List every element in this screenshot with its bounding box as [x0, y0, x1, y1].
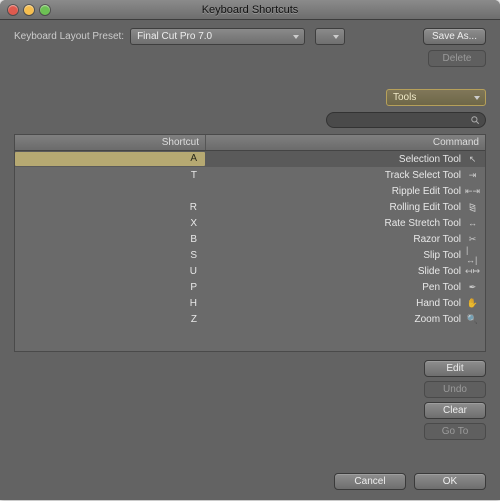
slide-icon: ↤↦: [466, 266, 479, 277]
shortcut-cell[interactable]: A: [15, 152, 205, 166]
header-command[interactable]: Command: [205, 135, 485, 150]
category-dropdown[interactable]: Tools: [386, 89, 486, 106]
table-row[interactable]: S Slip Tool |↔|: [15, 247, 485, 263]
zoom-icon: 🔍: [466, 314, 479, 325]
shortcut-cell[interactable]: U: [15, 266, 205, 277]
category-value: Tools: [393, 92, 416, 103]
shortcut-cell[interactable]: T: [15, 170, 205, 181]
shortcut-cell[interactable]: B: [15, 234, 205, 245]
rolling-icon: ⧎: [466, 202, 479, 213]
table-row[interactable]: H Hand Tool ✋: [15, 295, 485, 311]
command-cell: Ripple Edit Tool ⇤⇥: [205, 186, 485, 197]
command-label: Rate Stretch Tool: [384, 218, 461, 229]
clear-button[interactable]: Clear: [424, 402, 486, 419]
rate-icon: ↔: [466, 218, 479, 229]
save-as-button[interactable]: Save As...: [423, 28, 486, 45]
pen-icon: ✒: [466, 282, 479, 293]
window-title: Keyboard Shortcuts: [0, 4, 500, 16]
slip-icon: |↔|: [466, 250, 479, 261]
shortcut-cell[interactable]: Z: [15, 314, 205, 325]
hand-icon: ✋: [466, 298, 479, 309]
command-label: Track Select Tool: [385, 170, 461, 181]
table-row[interactable]: U Slide Tool ↤↦: [15, 263, 485, 279]
shortcut-cell[interactable]: R: [15, 202, 205, 213]
command-cell: Razor Tool ✂: [205, 234, 485, 245]
content-area: Keyboard Layout Preset: Final Cut Pro 7.…: [0, 20, 500, 500]
edit-button[interactable]: Edit: [424, 360, 486, 377]
command-cell: Zoom Tool 🔍: [205, 314, 485, 325]
table-row[interactable]: Ripple Edit Tool ⇤⇥: [15, 183, 485, 199]
command-cell: Track Select Tool ⇥: [205, 170, 485, 181]
command-cell: Rolling Edit Tool ⧎: [205, 202, 485, 213]
track-select-icon: ⇥: [466, 170, 479, 181]
search-icon: [470, 115, 480, 125]
table-row[interactable]: P Pen Tool ✒: [15, 279, 485, 295]
command-cell: Selection Tool ↖: [207, 154, 485, 165]
table-row[interactable]: A Selection Tool ↖: [15, 151, 485, 167]
command-label: Hand Tool: [416, 298, 461, 309]
shortcuts-table: Shortcut Command ASelection Tool↖TTrack …: [14, 134, 486, 352]
delete-button: Delete: [428, 50, 486, 67]
command-label: Razor Tool: [413, 234, 461, 245]
preset-value: Final Cut Pro 7.0: [137, 31, 212, 42]
undo-button: Undo: [424, 381, 486, 398]
shortcut-cell[interactable]: S: [15, 250, 205, 261]
command-label: Selection Tool: [399, 154, 461, 165]
command-cell: Slip Tool |↔|: [205, 250, 485, 261]
search-input[interactable]: [326, 112, 486, 128]
cursor-icon: ↖: [466, 154, 479, 165]
command-label: Slide Tool: [418, 266, 461, 277]
dialog-buttons: Cancel OK: [14, 473, 486, 500]
table-row[interactable]: T Track Select Tool ⇥: [15, 167, 485, 183]
table-body: A Selection Tool ↖ T Track Select Tool ⇥ Rippl…: [15, 151, 485, 351]
header-shortcut[interactable]: Shortcut: [15, 135, 205, 150]
command-cell: Pen Tool ✒: [205, 282, 485, 293]
table-row[interactable]: B Razor Tool ✂: [15, 231, 485, 247]
command-cell: Hand Tool ✋: [205, 298, 485, 309]
preset-row: Keyboard Layout Preset: Final Cut Pro 7.…: [14, 28, 486, 45]
command-cell: Slide Tool ↤↦: [205, 266, 485, 277]
preset-label: Keyboard Layout Preset:: [14, 31, 124, 42]
secondary-dropdown[interactable]: [315, 28, 345, 45]
shortcut-cell[interactable]: P: [15, 282, 205, 293]
razor-icon: ✂: [466, 234, 479, 245]
action-buttons: Edit Undo Clear Go To: [14, 360, 486, 440]
command-label: Slip Tool: [423, 250, 461, 261]
command-cell: Rate Stretch Tool ↔: [205, 218, 485, 229]
titlebar: Keyboard Shortcuts: [0, 0, 500, 20]
shortcut-cell[interactable]: H: [15, 298, 205, 309]
cancel-button[interactable]: Cancel: [334, 473, 406, 490]
table-header: Shortcut Command: [15, 135, 485, 151]
goto-button: Go To: [424, 423, 486, 440]
command-label: Zoom Tool: [414, 314, 461, 325]
keyboard-shortcuts-window: Keyboard Shortcuts Keyboard Layout Prese…: [0, 0, 500, 500]
table-row[interactable]: Z Zoom Tool 🔍: [15, 311, 485, 327]
table-row[interactable]: R Rolling Edit Tool ⧎: [15, 199, 485, 215]
ripple-icon: ⇤⇥: [466, 186, 479, 197]
preset-dropdown[interactable]: Final Cut Pro 7.0: [130, 28, 305, 45]
command-label: Rolling Edit Tool: [389, 202, 461, 213]
command-label: Pen Tool: [422, 282, 461, 293]
table-row[interactable]: X Rate Stretch Tool ↔: [15, 215, 485, 231]
command-label: Ripple Edit Tool: [392, 186, 461, 197]
ok-button[interactable]: OK: [414, 473, 486, 490]
shortcut-cell[interactable]: X: [15, 218, 205, 229]
